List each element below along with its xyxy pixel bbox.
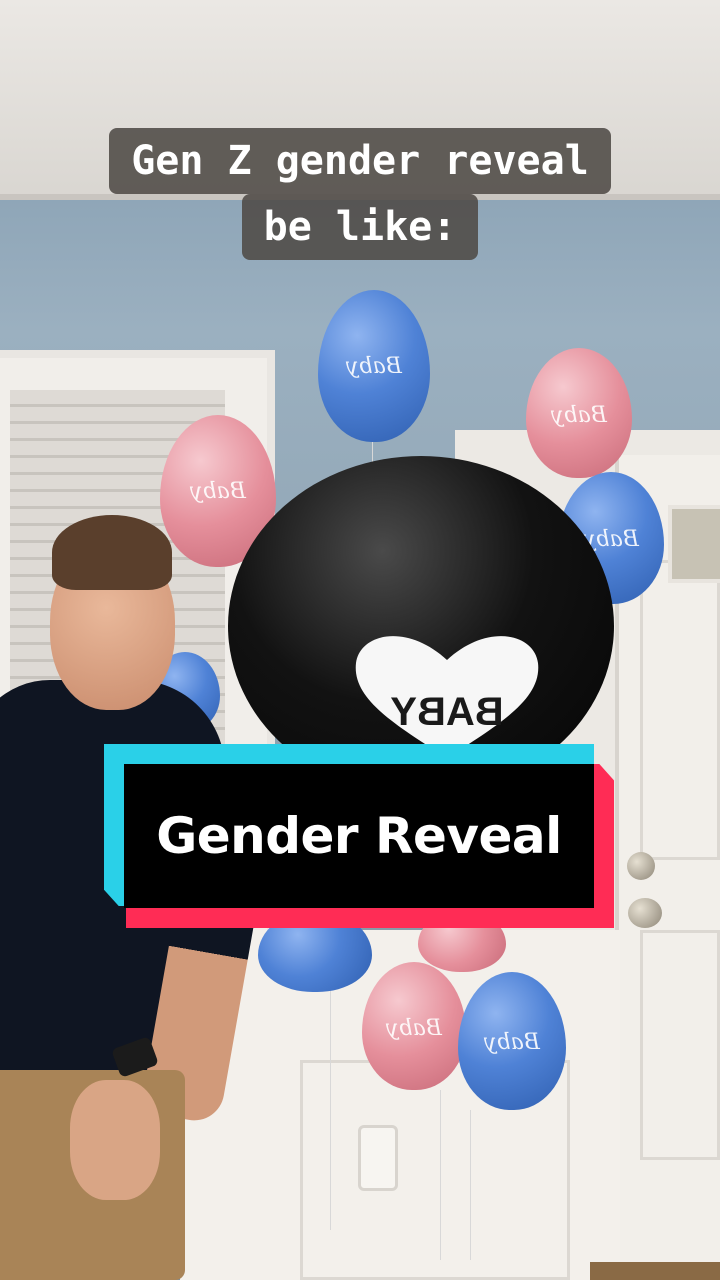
wall-outlet [358,1125,398,1191]
balloon-heart-label: BABY [390,690,504,734]
caption-line-2: be like: [241,194,479,260]
balloon-string [330,990,331,1230]
wall-picture [668,505,720,583]
balloon-label: Baby [190,478,246,504]
sticker-text: Gender Reveal [156,807,562,865]
balloon-label: Baby [484,1029,540,1055]
balloon-label: Baby [386,1015,442,1041]
sticker-body: Gender Reveal [124,764,594,908]
caption-line-1: Gen Z gender reveal [109,128,611,194]
balloon-label: Baby [346,353,402,379]
balloon-string [440,1090,441,1260]
door-lock [627,852,655,880]
balloon-string [470,1110,471,1260]
person-hands [70,1080,160,1200]
caption-overlay: Gen Z gender reveal be like: [0,128,720,260]
blue-balloon: Baby [318,290,430,442]
gender-reveal-sticker: Gender Reveal [104,744,614,928]
pink-balloon: Baby [526,348,632,478]
person-hair [52,515,172,590]
balloon-label: Baby [551,402,607,428]
floor [590,1262,720,1280]
pink-balloon: Baby [362,962,466,1090]
video-frame: Baby Baby Baby Baby Baby Baby BABY Gen Z… [0,0,720,1280]
door-knob [628,898,662,928]
door-panel [640,930,720,1160]
door-panel [640,560,720,860]
